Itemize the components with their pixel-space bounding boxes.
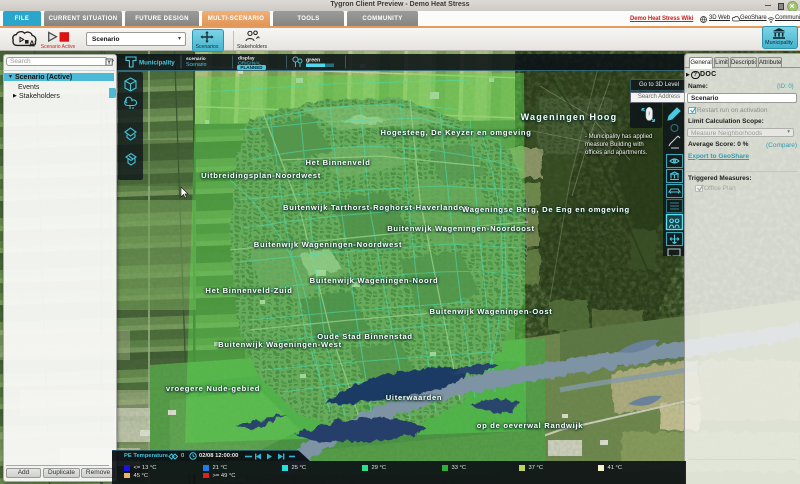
svg-text:Scenario: Scenario (186, 62, 207, 68)
svg-text:PLANNED: PLANNED (240, 65, 263, 70)
svg-text:green: green (306, 58, 320, 64)
svg-text:Municipality: Municipality (139, 60, 175, 67)
